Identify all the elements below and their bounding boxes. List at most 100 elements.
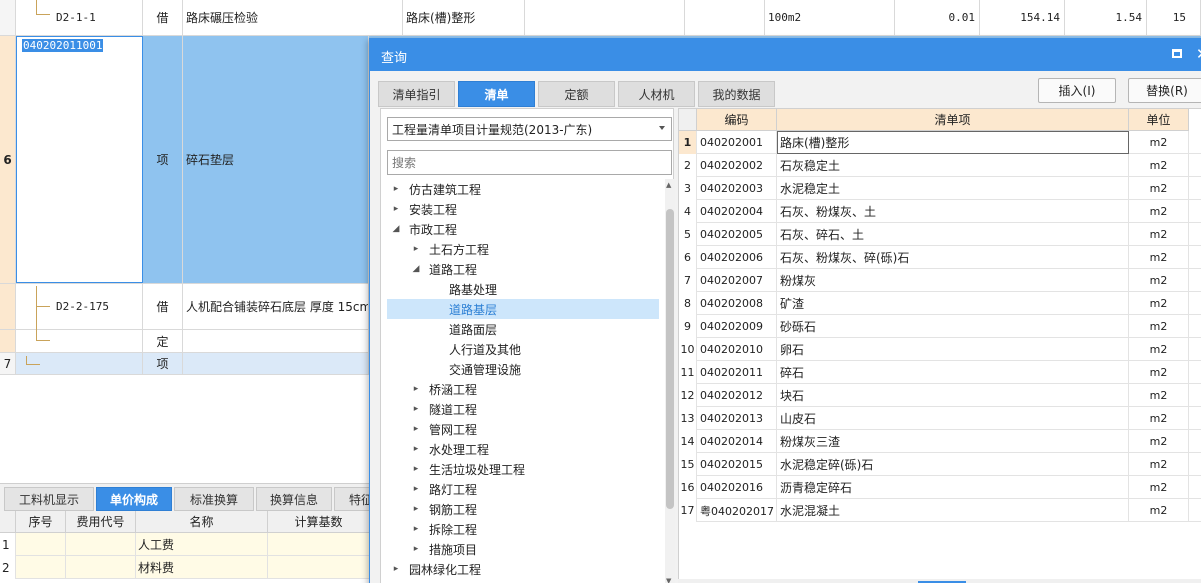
table-row[interactable]: 16 040202016 沥青稳定碎石 m2 — [679, 476, 1201, 499]
tree-node[interactable]: 人行道及其他 — [387, 339, 659, 359]
cell-unit[interactable]: m2 — [1129, 430, 1189, 453]
cell-code[interactable]: 040202002 — [697, 154, 777, 177]
cell-code[interactable]: 040202006 — [697, 246, 777, 269]
expand-arrow-icon[interactable]: ▸ — [391, 564, 401, 574]
cell-code[interactable]: 040202014 — [697, 430, 777, 453]
expand-arrow-icon[interactable]: ▸ — [411, 524, 421, 534]
search-input[interactable] — [387, 150, 672, 175]
cell-code[interactable]: 040202011 — [697, 361, 777, 384]
cell-unit[interactable]: m2 — [1129, 361, 1189, 384]
cell-item-name[interactable]: 碎石 — [777, 361, 1129, 384]
cell-item-name[interactable]: 矿渣 — [777, 292, 1129, 315]
tab-feature[interactable]: 特征 — [334, 487, 374, 511]
expand-arrow-icon[interactable]: ▸ — [411, 404, 421, 414]
cell-code[interactable]: 040202005 — [697, 223, 777, 246]
cell-item-name[interactable]: 路床(槽)整形 — [777, 131, 1129, 154]
cell-code[interactable]: 040202003 — [697, 177, 777, 200]
tree-node[interactable]: ◢ 市政工程 — [387, 219, 659, 239]
cell-item-name[interactable]: 砂砾石 — [777, 315, 1129, 338]
tab-quota[interactable]: 定额 — [538, 81, 615, 107]
tree-node[interactable]: 交通管理设施 — [387, 359, 659, 379]
table-row[interactable]: 11 040202011 碎石 m2 — [679, 361, 1201, 384]
cell-item-name[interactable]: 山皮石 — [777, 407, 1129, 430]
cell-code[interactable]: 040202015 — [697, 453, 777, 476]
cell[interactable] — [268, 556, 370, 579]
tree-node[interactable]: ▸ 园林绿化工程 — [387, 559, 659, 579]
column-header[interactable]: 序号 — [16, 511, 66, 533]
table-row[interactable]: 6 040202006 石灰、粉煤灰、碎(砾)石 m2 — [679, 246, 1201, 269]
horizontal-scrollbar[interactable] — [678, 579, 1201, 583]
table-row[interactable]: 10 040202010 卵石 m2 — [679, 338, 1201, 361]
expand-arrow-icon[interactable]: ▸ — [411, 464, 421, 474]
column-header-unit[interactable]: 单位 — [1129, 109, 1189, 131]
cell-code[interactable]: 040202001 — [697, 131, 777, 154]
tree-node[interactable]: ▸ 水处理工程 — [387, 439, 659, 459]
cell-unit[interactable]: m2 — [1129, 292, 1189, 315]
maximize-icon[interactable] — [1172, 49, 1182, 58]
cell-unit[interactable]: m2 — [1129, 453, 1189, 476]
cell-code[interactable]: 040202016 — [697, 476, 777, 499]
tree-node[interactable]: 路基处理 — [387, 279, 659, 299]
tree-node[interactable]: ▸ 桥涵工程 — [387, 379, 659, 399]
table-row[interactable]: 4 040202004 石灰、粉煤灰、土 m2 — [679, 200, 1201, 223]
cell-unit[interactable]: m2 — [1129, 131, 1189, 154]
cell-item-name[interactable]: 粉煤灰三渣 — [777, 430, 1129, 453]
insert-button[interactable]: 插入(I) — [1038, 78, 1116, 103]
cell-item-name[interactable]: 块石 — [777, 384, 1129, 407]
expand-arrow-icon[interactable]: ▸ — [391, 204, 401, 214]
tree-node[interactable]: ◢ 道路工程 — [387, 259, 659, 279]
cell-item-name[interactable]: 卵石 — [777, 338, 1129, 361]
cell-code[interactable]: 040202008 — [697, 292, 777, 315]
cell-unit[interactable]: m2 — [1129, 407, 1189, 430]
table-row[interactable]: 5 040202005 石灰、碎石、土 m2 — [679, 223, 1201, 246]
cell-unit[interactable]: m2 — [1129, 223, 1189, 246]
expand-arrow-icon[interactable]: ▸ — [411, 384, 421, 394]
cell-code[interactable]: 040202007 — [697, 269, 777, 292]
cell[interactable] — [66, 556, 136, 579]
cell-code[interactable]: 粤040202017 — [697, 499, 777, 522]
table-row[interactable]: 3 040202003 水泥稳定土 m2 — [679, 177, 1201, 200]
expand-arrow-icon[interactable]: ▸ — [411, 444, 421, 454]
cell-code[interactable]: 040202004 — [697, 200, 777, 223]
tree-node[interactable]: ▸ 隧道工程 — [387, 399, 659, 419]
table-row[interactable]: 8 040202008 矿渣 m2 — [679, 292, 1201, 315]
cell-unit[interactable]: m2 — [1129, 154, 1189, 177]
cell-item-name[interactable]: 石灰稳定土 — [777, 154, 1129, 177]
column-header[interactable]: 费用代号 — [66, 511, 136, 533]
cell-code[interactable]: 040202010 — [697, 338, 777, 361]
cell-unit[interactable]: m2 — [1129, 246, 1189, 269]
cell-item-name[interactable]: 水泥混凝土 — [777, 499, 1129, 522]
table-row[interactable]: 2 材料费 — [0, 556, 370, 579]
expand-arrow-icon[interactable]: ▸ — [411, 544, 421, 554]
dialog-title-bar[interactable]: 查询 ✕ — [370, 39, 1201, 71]
expand-arrow-icon[interactable]: ▸ — [411, 244, 421, 254]
tree-node[interactable]: 道路基层 — [387, 299, 659, 319]
tab-unit-price[interactable]: 单价构成 — [96, 487, 172, 511]
cell-unit[interactable]: m2 — [1129, 200, 1189, 223]
cell-unit[interactable]: m2 — [1129, 499, 1189, 522]
tab-standard-conversion[interactable]: 标准换算 — [174, 487, 254, 511]
tree-node[interactable]: ▸ 土石方工程 — [387, 239, 659, 259]
scroll-down-icon[interactable]: ▼ — [666, 577, 671, 583]
close-icon[interactable]: ✕ — [1196, 45, 1201, 63]
cell-item-name[interactable]: 沥青稳定碎石 — [777, 476, 1129, 499]
row-code-cell[interactable]: 040202011001 — [16, 36, 143, 283]
cell-code[interactable]: 040202012 — [697, 384, 777, 407]
expand-arrow-icon[interactable]: ▸ — [411, 424, 421, 434]
scroll-up-icon[interactable]: ▲ — [666, 181, 671, 189]
scrollbar-thumb[interactable] — [666, 209, 674, 509]
table-row[interactable]: 15 040202015 水泥稳定碎(砾)石 m2 — [679, 453, 1201, 476]
column-header[interactable]: 名称 — [136, 511, 268, 533]
tab-my-data[interactable]: 我的数据 — [698, 81, 775, 107]
cell-name[interactable]: 人工费 — [136, 533, 268, 556]
table-row[interactable]: 1 人工费 — [0, 533, 370, 556]
tree-node[interactable]: ▸ 仿古建筑工程 — [387, 179, 659, 199]
tab-labor-material-machine[interactable]: 人材机 — [618, 81, 695, 107]
cell-item-name[interactable]: 石灰、碎石、土 — [777, 223, 1129, 246]
cell-name[interactable]: 材料费 — [136, 556, 268, 579]
vertical-scrollbar[interactable]: ▲ ▼ — [665, 179, 675, 583]
table-row[interactable]: 14 040202014 粉煤灰三渣 m2 — [679, 430, 1201, 453]
table-row[interactable]: 17 粤040202017 水泥混凝土 m2 — [679, 499, 1201, 522]
replace-button[interactable]: 替换(R) — [1128, 78, 1201, 103]
cell-unit[interactable]: m2 — [1129, 269, 1189, 292]
